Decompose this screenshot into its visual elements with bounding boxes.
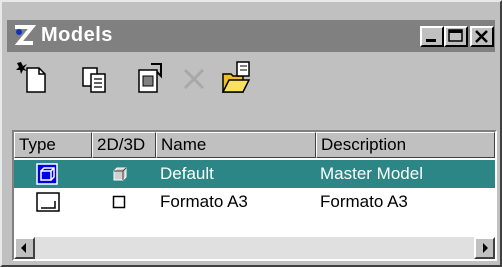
toolbar [7,52,495,116]
3d-cube-icon [113,167,127,181]
maximize-icon [448,29,463,42]
maximize-button[interactable] [444,26,468,47]
new-model-icon[interactable] [15,60,51,96]
models-dialog: Models Type 2D/3D Name Description Defau… [0,0,502,267]
scroll-left-icon [21,243,26,253]
scroll-left-button[interactable] [14,237,35,259]
close-icon [475,30,488,43]
delete-model-icon[interactable] [177,60,213,96]
import-model-icon[interactable] [221,60,257,96]
models-list[interactable]: Type 2D/3D Name Description Default Mast… [12,130,497,261]
list-row-default[interactable]: Default Master Model [14,160,495,188]
minimize-button[interactable] [420,26,444,47]
2d-square-icon [112,195,126,209]
window-title: Models [41,24,113,46]
title-bar[interactable]: Models [7,20,495,52]
column-header-description[interactable]: Description [316,132,495,158]
row-name: Formato A3 [160,192,248,211]
scroll-right-icon [483,243,488,253]
row-name: Default [160,164,214,183]
list-header: Type 2D/3D Name Description [14,132,495,158]
row-description: Master Model [320,164,423,183]
column-header-type[interactable]: Type [14,132,92,158]
column-header-name[interactable]: Name [156,132,316,158]
minimize-icon [426,39,436,42]
row-description: Formato A3 [320,192,408,211]
copy-model-icon[interactable] [77,60,113,96]
design-model-icon [36,163,58,185]
model-properties-icon[interactable] [131,60,167,96]
sheet-model-icon [36,192,60,212]
scroll-right-button[interactable] [474,237,495,259]
list-row-formato-a3[interactable]: Formato A3 Formato A3 [14,188,495,216]
horizontal-scrollbar[interactable] [14,237,495,259]
column-header-2d3d[interactable]: 2D/3D [92,132,156,158]
microstation-logo-icon [11,23,37,49]
close-button[interactable] [470,26,494,47]
